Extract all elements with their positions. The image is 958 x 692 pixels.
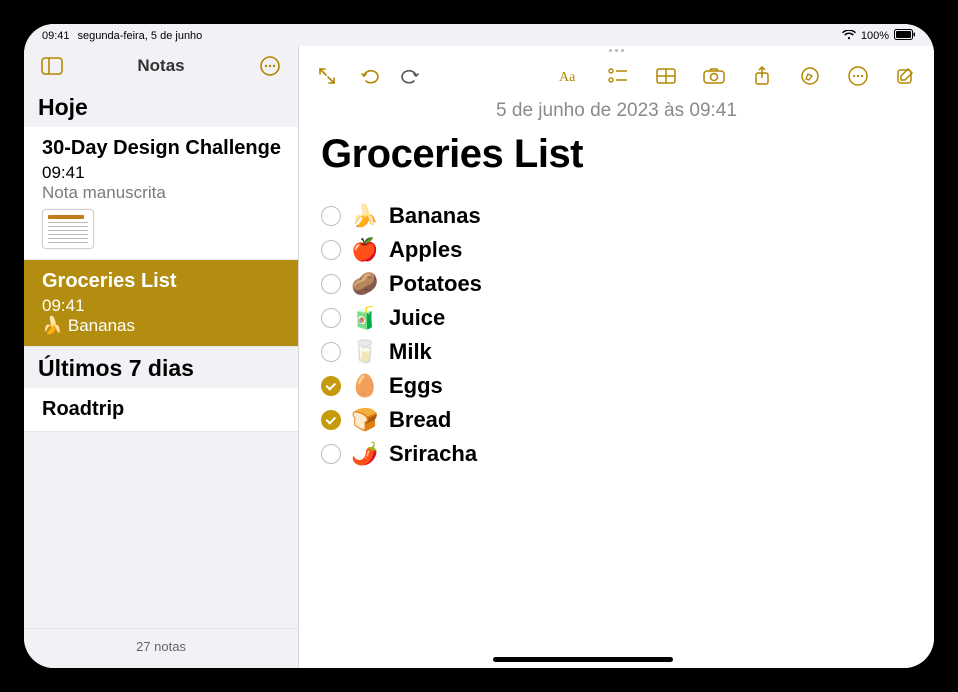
note-item-groceries[interactable]: Groceries List 09:41 🍌 Bananas [24,260,298,347]
item-emoji: 🍞 [351,407,379,433]
note-item-time: 09:41 [42,163,284,183]
section-header-last7days: Últimos 7 dias [24,347,298,388]
item-text: Sriracha [389,441,477,467]
note-thumbnail [42,209,94,249]
checklist-item[interactable]: 🥔 Potatoes [321,271,912,297]
checkbox-icon[interactable] [321,308,341,328]
svg-text:Aa: Aa [559,70,576,84]
checkbox-icon[interactable] [321,240,341,260]
note-item-subtitle: 🍌 Bananas [42,316,284,336]
redo-button[interactable] [397,62,425,90]
home-indicator[interactable] [493,657,673,662]
item-emoji: 🍎 [351,237,379,263]
status-date: segunda-feira, 5 de junho [78,30,203,42]
item-text: Juice [389,305,445,331]
sidebar-title: Notas [66,56,256,76]
item-text: Apples [389,237,462,263]
checklist-item[interactable]: 🥚 Eggs [321,373,912,399]
checkbox-icon[interactable] [321,410,341,430]
checklist-button[interactable] [604,62,632,90]
checklist: 🍌Bananas 🍎Apples 🥔Potatoes 🧃Juice 🥛Milk … [321,203,912,467]
note-item-title: 30-Day Design Challenge [42,137,284,160]
item-text: Eggs [389,373,443,399]
note-date: 5 de junho de 2023 às 09:41 [321,100,912,122]
editor-toolbar: Aa [299,56,934,96]
item-emoji: 🥚 [351,373,379,399]
note-item-title: Groceries List [42,270,284,293]
checkbox-icon[interactable] [321,206,341,226]
item-emoji: 🥛 [351,339,379,365]
checklist-item[interactable]: 🍞 Bread [321,407,912,433]
item-text: Bread [389,407,451,433]
note-item-time: 09:41 [42,296,284,316]
note-item-title: Roadtrip [42,398,284,421]
note-content[interactable]: 5 de junho de 2023 às 09:41 Groceries Li… [299,96,934,668]
compose-button[interactable] [892,62,920,90]
battery-icon [894,29,916,43]
undo-button[interactable] [355,62,383,90]
item-text: Potatoes [389,271,482,297]
screen: 09:41 segunda-feira, 5 de junho 100% [24,24,934,668]
note-item-roadtrip[interactable]: Roadtrip [24,388,298,432]
more-button[interactable] [844,62,872,90]
checklist-item[interactable]: 🥛 Milk [321,339,912,365]
sidebar-more-button[interactable] [256,52,284,80]
note-title: Groceries List [321,132,912,177]
markup-button[interactable] [796,62,824,90]
item-emoji: 🍌 [351,203,379,229]
sidebar-toggle-button[interactable] [38,52,66,80]
checklist-item[interactable]: 🍌 Bananas [321,203,912,229]
editor: Aa [299,46,934,668]
share-button[interactable] [748,62,776,90]
sidebar-toolbar: Notas [24,46,298,86]
checklist-item[interactable]: 🍎 Apples [321,237,912,263]
note-item-design-challenge[interactable]: 30-Day Design Challenge 09:41 Nota manus… [24,127,298,260]
battery-text: 100% [861,30,889,42]
item-text: Bananas [389,203,481,229]
checkbox-icon[interactable] [321,376,341,396]
camera-button[interactable] [700,62,728,90]
format-button[interactable]: Aa [556,62,584,90]
checklist-item[interactable]: 🧃 Juice [321,305,912,331]
notes-list[interactable]: Hoje 30-Day Design Challenge 09:41 Nota … [24,86,298,628]
wifi-icon [842,30,856,43]
item-emoji: 🌶️ [351,441,379,467]
checkbox-icon[interactable] [321,444,341,464]
ipad-frame: 09:41 segunda-feira, 5 de junho 100% [0,0,958,692]
note-item-subtitle: Nota manuscrita [42,183,284,203]
item-text: Milk [389,339,432,365]
table-button[interactable] [652,62,680,90]
checkbox-icon[interactable] [321,274,341,294]
app-container: Notas Hoje 30-Day Design Challenge 09:41… [24,46,934,668]
checkbox-icon[interactable] [321,342,341,362]
status-bar: 09:41 segunda-feira, 5 de junho 100% [24,24,934,46]
sidebar-footer-count: 27 notas [24,628,298,668]
sidebar: Notas Hoje 30-Day Design Challenge 09:41… [24,46,299,668]
checklist-item[interactable]: 🌶️ Sriracha [321,441,912,467]
item-emoji: 🥔 [351,271,379,297]
multitask-handle[interactable] [299,46,934,56]
status-time: 09:41 [42,30,70,42]
item-emoji: 🧃 [351,305,379,331]
section-header-today: Hoje [24,86,298,127]
fullscreen-button[interactable] [313,62,341,90]
